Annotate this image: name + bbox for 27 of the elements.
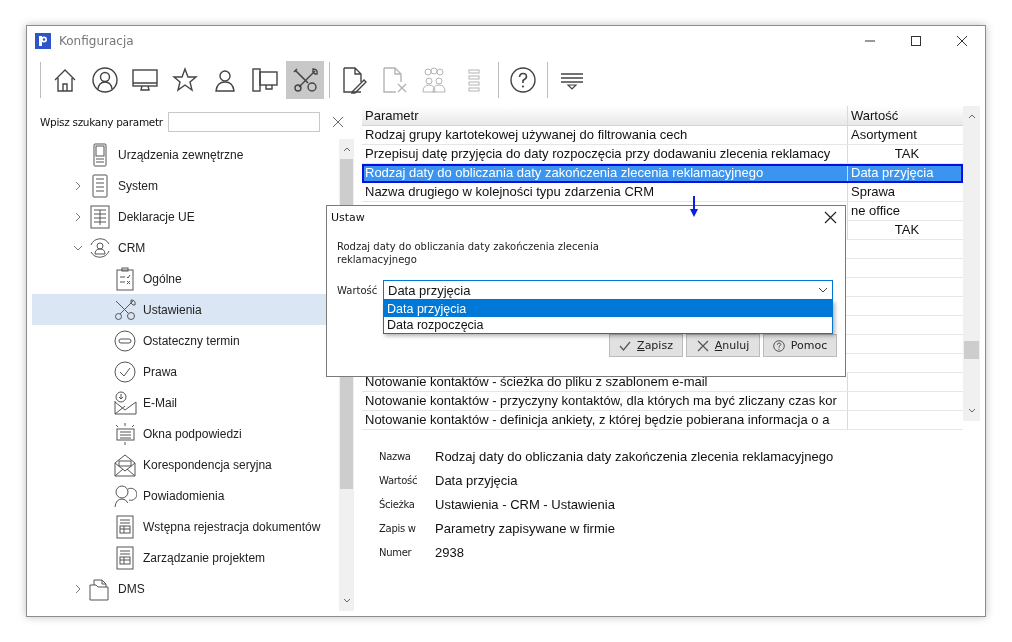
detail-value: 2938 (435, 544, 464, 560)
dialog-title: Ustaw (331, 210, 366, 224)
table-cell: Notowanie kontaktów - definicja ankiety, z której będzie pobierana informacja o a (365, 412, 830, 427)
table-cell: Data przyjęcia (851, 165, 934, 180)
field-label: Wartość (337, 284, 379, 296)
table-cell: Asortyment (851, 127, 917, 142)
detail-value: Data przyjęcia (435, 472, 518, 488)
table-cell: Sprawa (851, 184, 896, 199)
table-cell: Nazwa drugiego w kolejności typu zdarzenia CRM (365, 184, 655, 199)
table-cell: Notowanie kontaktów - ścieżka do pliku z szablonem e-mail (365, 374, 708, 389)
detail-value: Rodzaj daty do obliczania daty zakończenia zlecenia reklamacyjnego (435, 448, 834, 464)
table-cell: TAK (894, 146, 920, 161)
detail-label: Numer (379, 546, 413, 558)
detail-value: Ustawienia - CRM - Ustawienia (435, 496, 615, 512)
detail-label: Zapis w (379, 522, 417, 534)
detail-label: Ścieżka (379, 498, 416, 510)
detail-label: Nazwa (379, 450, 412, 462)
table-cell: Rodzaj grupy kartotekowej używanej do filtrowania cech (365, 127, 688, 142)
detail-value: Parametry zapisywane w firmie (435, 520, 615, 536)
detail-label: Wartość (379, 474, 419, 486)
window-title: Konfiguracja (59, 34, 135, 48)
table-cell: Przepisuj datę przyjęcia do daty rozpoczęcia przy dodawaniu zlecenia reklamacy (365, 146, 831, 161)
table-cell: Notowanie kontaktów - przyczyny kontaktów, dla których ma być zliczany czas kor (365, 393, 837, 408)
dialog-description: Rodzaj daty do obliczania daty zakończenia zlecenia reklamacyjnego (337, 240, 600, 266)
table-cell: Rodzaj daty do obliczania daty zakończenia zlecenia reklamacyjnego (365, 165, 764, 180)
table-cell: ne office (851, 203, 900, 218)
table-cell: TAK (894, 222, 920, 237)
